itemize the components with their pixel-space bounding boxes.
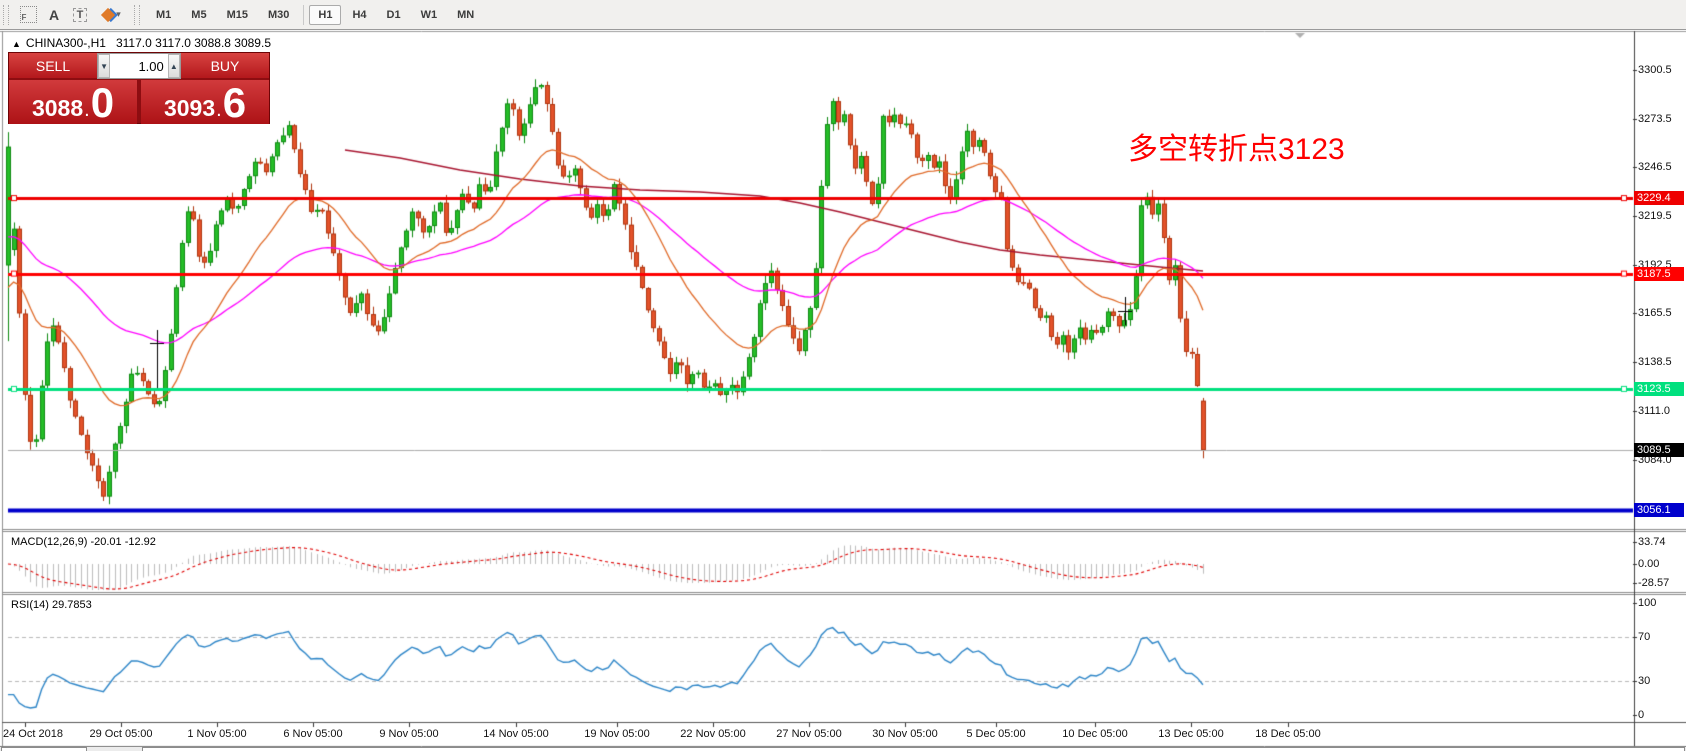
- current-price-tag: 3089.5: [1634, 443, 1684, 457]
- volume-decrease-button[interactable]: ▼: [98, 54, 110, 78]
- fibonacci-tool-button[interactable]: F: [15, 3, 41, 27]
- time-tick-label: 29 Oct 05:00: [90, 728, 153, 740]
- rsi-tick-label: 0: [1638, 709, 1644, 721]
- time-tick-label: 19 Nov 05:00: [584, 728, 649, 740]
- price-tick-label: 3273.5: [1638, 113, 1672, 125]
- collapse-icon[interactable]: ▲: [12, 39, 21, 49]
- timeframe-button-d1[interactable]: D1: [378, 5, 410, 25]
- rsi-tick-label: 30: [1638, 675, 1650, 687]
- timeframe-button-w1[interactable]: W1: [412, 5, 447, 25]
- macd-tick-label: 33.74: [1638, 536, 1666, 548]
- text-box-icon: T: [73, 8, 88, 22]
- toolbar-separator: [303, 5, 304, 25]
- shapes-tool-button[interactable]: ▾: [93, 3, 131, 27]
- ohlc-readout: 3117.0 3117.0 3088.8 3089.5: [116, 36, 271, 50]
- timeframe-button-h4[interactable]: H4: [343, 5, 375, 25]
- price-tick-label: 3138.5: [1638, 356, 1672, 368]
- timeframe-group: M1M5M15M30 H1H4D1W1MN: [146, 5, 484, 25]
- timeframe-button-m5[interactable]: M5: [182, 5, 215, 25]
- price-tick-label: 3219.5: [1638, 210, 1672, 222]
- level-price-tag: 3056.1: [1634, 503, 1684, 517]
- chart-tab[interactable]: [1, 747, 87, 751]
- chart-title: ▲ CHINA300-,H1 3117.0 3117.0 3088.8 3089.5: [12, 36, 271, 50]
- time-tick-label: 9 Nov 05:00: [379, 728, 438, 740]
- volume-increase-button[interactable]: ▲: [168, 54, 180, 78]
- rsi-indicator-label: RSI(14) 29.7853: [11, 599, 92, 611]
- level-price-tag: 3123.5: [1634, 382, 1684, 396]
- timeframe-button-h1[interactable]: H1: [309, 5, 341, 25]
- volume-input[interactable]: [110, 54, 167, 78]
- timeframe-button-mn[interactable]: MN: [448, 5, 483, 25]
- time-tick-label: 27 Nov 05:00: [776, 728, 841, 740]
- price-tick-label: 3300.5: [1638, 64, 1672, 76]
- text-label-icon: A: [49, 7, 59, 23]
- time-tick-label: 18 Dec 05:00: [1255, 728, 1320, 740]
- toolbar: F A T ▾ M1M5M15M30 H1H4D1W1MN: [0, 0, 1686, 30]
- timeframe-button-m15[interactable]: M15: [218, 5, 257, 25]
- chevron-down-icon: ▾: [116, 9, 121, 20]
- text-box-tool-button[interactable]: T: [67, 3, 93, 27]
- sell-button[interactable]: SELL: [9, 53, 97, 79]
- chart-tab-bar: [0, 747, 1686, 751]
- symbol-period-label: CHINA300-,H1: [26, 36, 106, 50]
- time-tick-label: 1 Nov 05:00: [187, 728, 246, 740]
- time-tick-label: 14 Nov 05:00: [483, 728, 548, 740]
- price-tick-label: 3111.0: [1638, 405, 1670, 417]
- macd-indicator-label: MACD(12,26,9) -20.01 -12.92: [11, 536, 156, 548]
- timeframe-button-m1[interactable]: M1: [147, 5, 180, 25]
- level-price-tag: 3187.5: [1634, 267, 1684, 281]
- time-tick-label: 30 Nov 05:00: [872, 728, 937, 740]
- one-click-trading-panel: SELL ▼ ▲ BUY 3088.0 3093.6: [8, 52, 270, 124]
- fibonacci-grid-icon: F: [20, 6, 37, 23]
- time-tick-label: 10 Dec 05:00: [1062, 728, 1127, 740]
- macd-tick-label: 0.00: [1638, 558, 1659, 570]
- sell-price-display[interactable]: 3088.0: [9, 80, 137, 124]
- buy-button[interactable]: BUY: [181, 53, 269, 79]
- buy-price-display[interactable]: 3093.6: [141, 80, 269, 124]
- level-price-tag: 3229.4: [1634, 191, 1684, 205]
- time-tick-label: 22 Nov 05:00: [680, 728, 745, 740]
- time-tick-label: 6 Nov 05:00: [283, 728, 342, 740]
- rsi-tick-label: 100: [1638, 597, 1656, 609]
- toolbar-grip[interactable]: [134, 5, 140, 25]
- text-label-tool-button[interactable]: A: [41, 3, 67, 27]
- rsi-tick-label: 70: [1638, 631, 1650, 643]
- chart-annotation-text: 多空转折点3123: [1128, 124, 1345, 168]
- price-tick-label: 3246.5: [1638, 161, 1672, 173]
- chart-tab[interactable]: [142, 747, 1685, 751]
- toolbar-grip[interactable]: [3, 5, 9, 25]
- terminal-window: F A T ▾ M1M5M15M30 H1H4D1W1MN ▲ CHINA300-,…: [0, 0, 1686, 751]
- time-tick-label: 13 Dec 05:00: [1158, 728, 1223, 740]
- shapes-icon: [101, 7, 115, 21]
- volume-box: ▼ ▲: [97, 53, 181, 79]
- macd-tick-label: -28.57: [1638, 577, 1669, 589]
- timeframe-button-m30[interactable]: M30: [259, 5, 298, 25]
- price-tick-label: 3165.5: [1638, 307, 1672, 319]
- time-tick-label: 24 Oct 2018: [3, 728, 63, 740]
- time-tick-label: 5 Dec 05:00: [966, 728, 1025, 740]
